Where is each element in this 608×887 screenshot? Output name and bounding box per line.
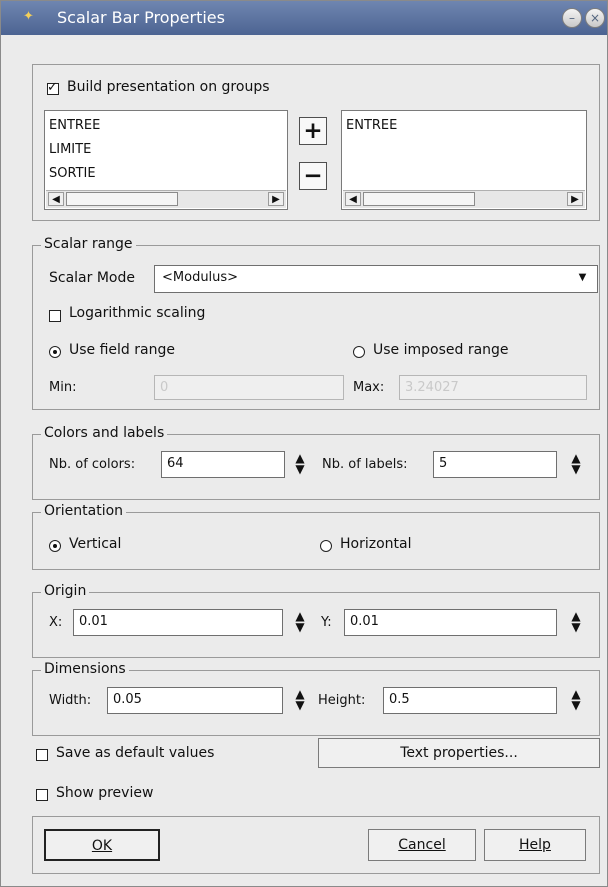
nb-labels-spinner[interactable]: ▲ ▼ bbox=[567, 452, 585, 475]
application-icon: ✦ bbox=[23, 9, 34, 24]
plus-icon: + bbox=[303, 118, 323, 144]
text-properties-button[interactable]: Text properties... bbox=[318, 738, 600, 768]
save-default-checkbox[interactable] bbox=[36, 749, 48, 761]
help-button[interactable]: Help bbox=[484, 829, 586, 861]
selected-groups-scrollbar[interactable]: ◀ ▶ bbox=[343, 190, 585, 208]
width-input[interactable]: 0.05 bbox=[107, 687, 283, 714]
dimensions-group: Dimensions Width: 0.05 ▲ ▼ Height: 0.5 ▲… bbox=[32, 661, 600, 736]
selected-groups-list[interactable]: ENTREE ◀ ▶ bbox=[341, 110, 587, 210]
spin-down-icon[interactable]: ▼ bbox=[291, 699, 309, 711]
spin-down-icon[interactable]: ▼ bbox=[291, 463, 309, 475]
scroll-right-arrow[interactable]: ▶ bbox=[567, 192, 583, 206]
origin-group: Origin X: 0.01 ▲ ▼ Y: 0.01 ▲ ▼ bbox=[32, 583, 600, 658]
scroll-left-arrow[interactable]: ◀ bbox=[345, 192, 361, 206]
list-item[interactable]: SORTIE bbox=[49, 166, 96, 181]
window-title: Scalar Bar Properties bbox=[57, 8, 225, 27]
origin-y-input[interactable]: 0.01 bbox=[344, 609, 557, 636]
chevron-down-icon[interactable]: ▼ bbox=[576, 271, 589, 284]
origin-y-spinner[interactable]: ▲ ▼ bbox=[567, 610, 585, 633]
nb-colors-spinner[interactable]: ▲ ▼ bbox=[291, 452, 309, 475]
nb-labels-input[interactable]: 5 bbox=[433, 451, 557, 478]
add-group-button[interactable]: + bbox=[299, 117, 327, 145]
nb-colors-label: Nb. of colors: bbox=[49, 457, 136, 472]
minimize-icon[interactable]: – bbox=[562, 8, 582, 28]
scalar-mode-value: <Modulus> bbox=[162, 270, 239, 285]
build-presentation-checkbox[interactable] bbox=[47, 80, 59, 95]
logarithmic-scaling-label: Logarithmic scaling bbox=[69, 305, 206, 321]
origin-x-spinner[interactable]: ▲ ▼ bbox=[291, 610, 309, 633]
max-input[interactable]: 3.24027 bbox=[399, 375, 587, 400]
groups-panel: Build presentation on groups ENTREE LIMI… bbox=[32, 64, 600, 221]
colors-and-labels-group: Colors and labels Nb. of colors: 64 ▲ ▼ … bbox=[32, 425, 600, 500]
spin-down-icon[interactable]: ▼ bbox=[291, 621, 309, 633]
origin-title: Origin bbox=[41, 583, 90, 599]
min-input[interactable]: 0 bbox=[154, 375, 344, 400]
use-imposed-range-label: Use imposed range bbox=[373, 342, 509, 358]
horizontal-radio[interactable] bbox=[320, 540, 332, 552]
cancel-button[interactable]: Cancel bbox=[368, 829, 476, 861]
scroll-thumb[interactable] bbox=[66, 192, 178, 206]
ok-button[interactable]: OK bbox=[44, 829, 160, 861]
scroll-left-arrow[interactable]: ◀ bbox=[48, 192, 64, 206]
action-buttons-group: OK Cancel Help bbox=[32, 816, 600, 874]
nb-colors-input[interactable]: 64 bbox=[161, 451, 285, 478]
vertical-label: Vertical bbox=[69, 536, 122, 552]
height-label: Height: bbox=[318, 693, 366, 708]
width-spinner[interactable]: ▲ ▼ bbox=[291, 688, 309, 711]
nb-labels-label: Nb. of labels: bbox=[322, 457, 408, 472]
spin-down-icon[interactable]: ▼ bbox=[567, 621, 585, 633]
help-label: Help bbox=[519, 837, 551, 853]
remove-group-button[interactable]: − bbox=[299, 162, 327, 190]
list-item[interactable]: ENTREE bbox=[346, 118, 397, 133]
scroll-right-arrow[interactable]: ▶ bbox=[268, 192, 284, 206]
horizontal-label: Horizontal bbox=[340, 536, 412, 552]
width-label: Width: bbox=[49, 693, 92, 708]
orientation-group: Orientation Vertical Horizontal bbox=[32, 503, 600, 570]
origin-y-label: Y: bbox=[321, 615, 332, 630]
height-spinner[interactable]: ▲ ▼ bbox=[567, 688, 585, 711]
use-field-range-radio[interactable] bbox=[49, 346, 61, 358]
logarithmic-scaling-checkbox[interactable] bbox=[49, 310, 61, 322]
colors-and-labels-title: Colors and labels bbox=[41, 425, 168, 441]
spin-down-icon[interactable]: ▼ bbox=[567, 463, 585, 475]
scalar-mode-label: Scalar Mode bbox=[49, 270, 135, 286]
origin-x-input[interactable]: 0.01 bbox=[73, 609, 283, 636]
scalar-range-title: Scalar range bbox=[41, 236, 136, 252]
minus-icon: − bbox=[303, 163, 323, 189]
min-label: Min: bbox=[49, 380, 77, 395]
build-presentation-label: Build presentation on groups bbox=[67, 79, 270, 95]
list-item[interactable]: LIMITE bbox=[49, 142, 91, 157]
show-preview-label: Show preview bbox=[56, 785, 154, 801]
show-preview-checkbox[interactable] bbox=[36, 789, 48, 801]
scroll-thumb[interactable] bbox=[363, 192, 475, 206]
use-field-range-label: Use field range bbox=[69, 342, 175, 358]
title-bar[interactable]: ✦ Scalar Bar Properties – × bbox=[1, 1, 607, 35]
available-groups-list[interactable]: ENTREE LIMITE SORTIE ◀ ▶ bbox=[44, 110, 288, 210]
scalar-range-group: Scalar range Scalar Mode <Modulus> ▼ Log… bbox=[32, 236, 600, 410]
height-input[interactable]: 0.5 bbox=[383, 687, 557, 714]
dimensions-title: Dimensions bbox=[41, 661, 129, 677]
use-imposed-range-radio[interactable] bbox=[353, 346, 365, 358]
origin-x-label: X: bbox=[49, 615, 63, 630]
save-default-label: Save as default values bbox=[56, 745, 215, 761]
scalar-mode-dropdown[interactable]: <Modulus> ▼ bbox=[154, 265, 598, 293]
max-label: Max: bbox=[353, 380, 385, 395]
available-groups-scrollbar[interactable]: ◀ ▶ bbox=[46, 190, 286, 208]
cancel-label: Cancel bbox=[398, 837, 446, 853]
orientation-title: Orientation bbox=[41, 503, 127, 519]
scalar-bar-properties-window: ✦ Scalar Bar Properties – × Build presen… bbox=[0, 0, 608, 887]
spin-down-icon[interactable]: ▼ bbox=[567, 699, 585, 711]
close-icon[interactable]: × bbox=[585, 8, 605, 28]
vertical-radio[interactable] bbox=[49, 540, 61, 552]
list-item[interactable]: ENTREE bbox=[49, 118, 100, 133]
ok-label: OK bbox=[91, 838, 113, 854]
